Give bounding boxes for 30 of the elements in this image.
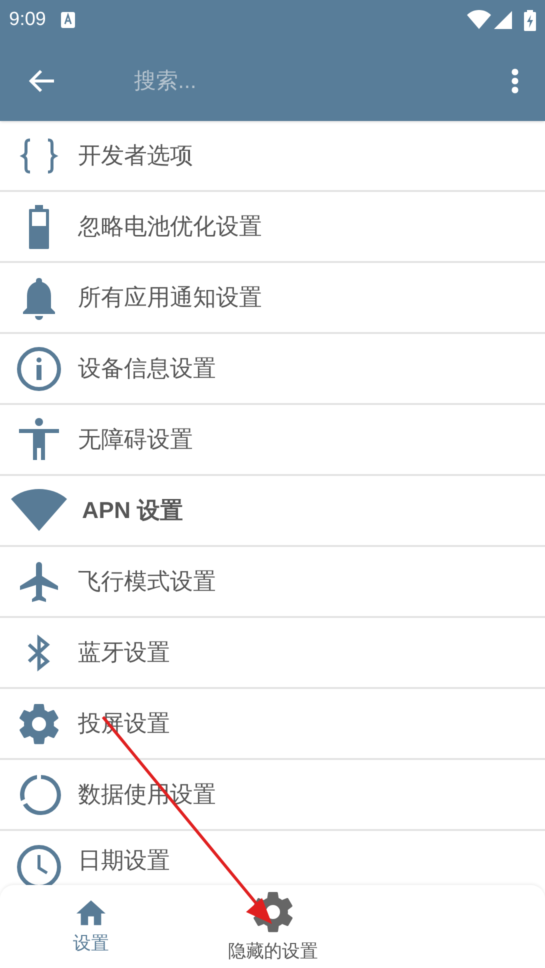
settings-list-item[interactable]: 设备信息设置	[0, 334, 545, 405]
back-arrow-icon	[29, 68, 55, 92]
clock-icon	[15, 843, 63, 885]
status-time: 9:09	[9, 8, 46, 32]
item-label: 无障碍设置	[78, 425, 193, 454]
settings-list-item[interactable]: 无障碍设置	[0, 405, 545, 476]
settings-list-item[interactable]: 所有应用通知设置	[0, 263, 545, 334]
cell-signal-icon	[494, 11, 512, 29]
item-label: 开发者选项	[78, 141, 193, 170]
info-icon	[15, 344, 63, 392]
item-label: APN 设置	[82, 496, 183, 526]
settings-list-item[interactable]: APN 设置	[0, 476, 545, 547]
settings-list-item[interactable]: 日期设置	[0, 831, 545, 885]
battery-charging-icon	[524, 10, 536, 30]
item-label: 飞行模式设置	[78, 567, 216, 596]
settings-list-item[interactable]: 开发者选项	[0, 121, 545, 192]
settings-list-item[interactable]: 忽略电池优化设置	[0, 192, 545, 263]
item-label: 忽略电池优化设置	[78, 212, 262, 242]
wifi-signal-icon	[467, 10, 491, 30]
keyboard-notification-icon	[60, 12, 75, 28]
braces-icon	[19, 136, 59, 176]
settings-list-item[interactable]: 飞行模式设置	[0, 547, 545, 618]
item-label: 蓝牙设置	[78, 638, 170, 668]
more-vert-icon	[511, 68, 519, 94]
search-field[interactable]: 搜索...	[134, 64, 485, 97]
item-label: 设备信息设置	[78, 354, 216, 384]
settings-list-item[interactable]: 蓝牙设置	[0, 618, 545, 689]
nav-tab[interactable]: 设置	[0, 885, 182, 968]
item-label: 所有应用通知设置	[78, 283, 262, 312]
item-label: 日期设置	[78, 846, 170, 875]
